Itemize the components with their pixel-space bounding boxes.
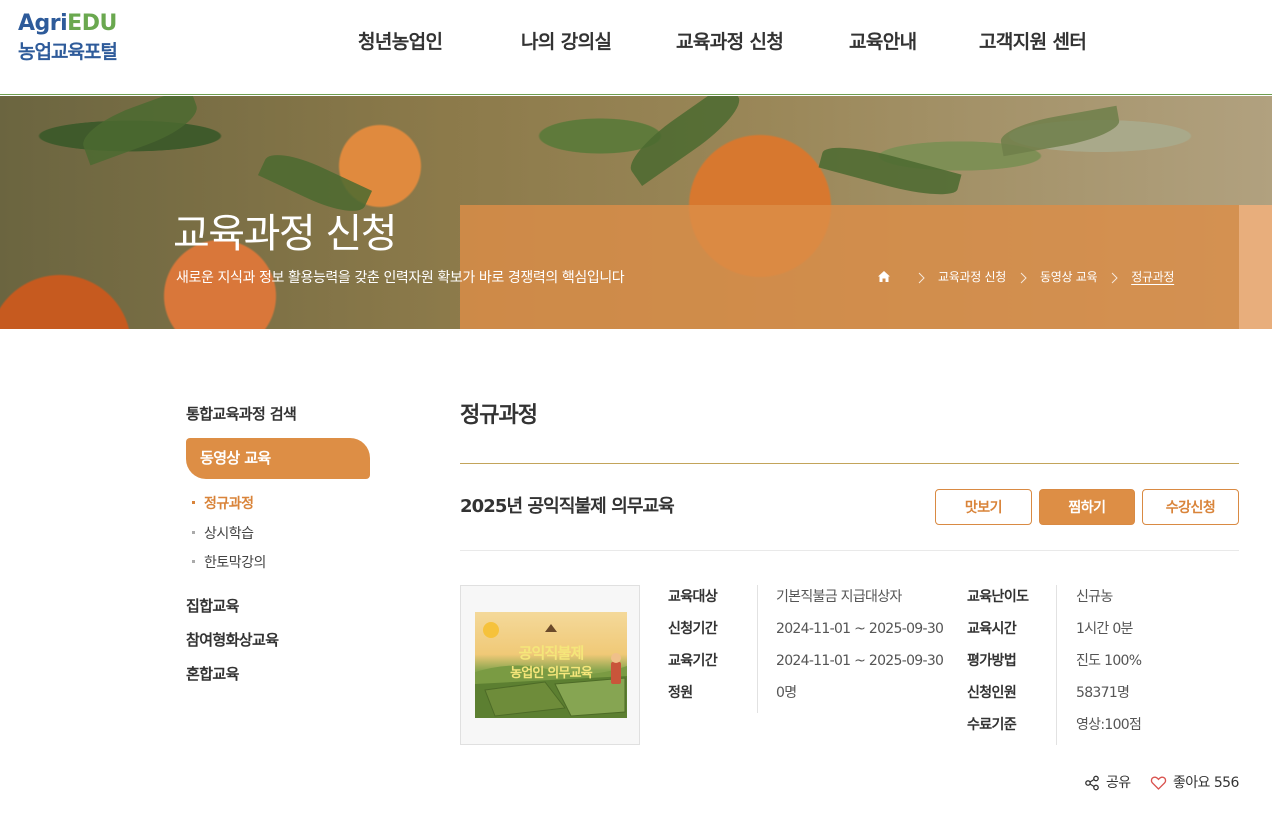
breadcrumb-item-regular-course[interactable]: 정규과정 [1131,268,1174,286]
info-value: 2024-11-01 ~ 2025-09-30 [776,621,944,637]
info-label: 교육기간 [668,653,718,669]
sidebar-subitem-short-lecture[interactable]: 한토막강의 [192,553,266,573]
info-label: 교육난이도 [967,589,1029,605]
sidebar-subitem-label: 상시학습 [204,526,254,542]
course-divider [460,550,1239,551]
hero-banner: 교육과정 신청 새로운 지식과 정보 활용능력을 갖춘 인력자원 확보가 바로 … [0,96,1272,329]
sidebar-item-label: 동영상 교육 [200,449,271,467]
course-title: 2025년 공익직불제 의무교육 [460,496,675,517]
info-label: 교육대상 [668,589,718,605]
share-icon [1085,775,1099,791]
sidebar-item-group-education[interactable]: 집합교육 [186,595,239,617]
hero-subtitle: 새로운 지식과 정보 활용능력을 갖춘 인력자원 확보가 바로 경쟁력의 핵심입… [176,270,625,286]
leaf-decoration [621,96,749,187]
info-label: 평가방법 [967,653,1017,669]
nav-item-course-apply[interactable]: 교육과정 신청 [676,28,784,56]
info-value: 58371명 [1076,685,1130,701]
leaf-decoration [998,105,1122,157]
hero-title: 교육과정 신청 [173,211,398,257]
main-nav: 청년농업인 나의 강의실 교육과정 신청 교육안내 고객지원 센터 [0,28,1272,58]
chevron-right-icon [1107,270,1121,284]
breadcrumb-item-course-apply[interactable]: 교육과정 신청 [938,268,1006,286]
info-label: 수료기준 [967,717,1017,733]
info-label: 정원 [668,685,693,701]
title-divider [460,463,1239,464]
info-value: 0명 [776,685,797,701]
heart-icon [1150,776,1167,790]
sidebar-subitem-label: 한토막강의 [204,555,266,571]
page-title: 정규과정 [460,403,538,428]
info-divider [1056,585,1057,745]
apply-button[interactable]: 수강신청 [1142,489,1239,525]
chevron-right-icon [914,270,928,284]
info-label: 교육시간 [967,621,1017,637]
sidebar-item-blended-education[interactable]: 혼합교육 [186,663,239,685]
like-label: 좋아요 [1173,775,1210,791]
bullet-icon [192,530,195,534]
nav-item-education-guide[interactable]: 교육안내 [849,28,917,56]
site-header: AgriEDU 농업교육포털 청년농업인 나의 강의실 교육과정 신청 교육안내… [0,0,1272,95]
sidebar-item-video-conference-education[interactable]: 참여형화상교육 [186,629,279,651]
nav-item-support-center[interactable]: 고객지원 센터 [979,28,1087,56]
info-label: 신청기간 [668,621,718,637]
thumbnail-title-line1: 공익직불제 [518,644,584,662]
course-thumbnail-frame: 공익직불제 농업인 의무교육 [460,585,640,745]
leaf-decoration [76,96,204,166]
like-count: 556 [1213,775,1240,791]
thumbnail-title-line2: 농업인 의무교육 [510,666,593,681]
share-button[interactable]: 공유 [1084,772,1131,794]
info-label: 신청인원 [967,685,1017,701]
sidebar-subitem-ongoing-learning[interactable]: 상시학습 [192,524,254,544]
bullet-icon [192,559,195,563]
like-button[interactable]: 좋아요 556 [1150,772,1239,794]
sidebar-item-video-education[interactable]: 동영상 교육 [186,438,370,479]
breadcrumb-item-video-education[interactable]: 동영상 교육 [1040,268,1098,286]
wishlist-button[interactable]: 찜하기 [1039,489,1135,525]
course-thumbnail: 공익직불제 농업인 의무교육 [475,612,627,718]
preview-button[interactable]: 맛보기 [935,489,1032,525]
info-divider [757,585,758,713]
home-icon[interactable] [876,269,892,285]
info-value: 신규농 [1076,589,1113,605]
sidebar-item-integrated-search[interactable]: 통합교육과정 검색 [186,403,297,425]
info-value: 기본직불금 지급대상자 [776,589,902,605]
info-value: 진도 100% [1076,653,1142,669]
chevron-right-icon [1016,270,1030,284]
info-value: 2024-11-01 ~ 2025-09-30 [776,653,944,669]
info-value: 영상:100점 [1076,717,1142,733]
sidebar-subitem-regular-course[interactable]: 정규과정 [192,494,254,514]
course-info-right: 교육난이도 신규농 교육시간 1시간 0분 평가방법 진도 100% 신청인원 … [967,585,1239,747]
sidebar-subitem-label: 정규과정 [204,496,254,512]
info-value: 1시간 0분 [1076,621,1133,637]
breadcrumb: 교육과정 신청 동영상 교육 정규과정 [876,266,1174,288]
leaf-decoration [818,138,962,204]
nav-item-my-classroom[interactable]: 나의 강의실 [521,28,612,56]
nav-item-young-farmer[interactable]: 청년농업인 [358,28,443,56]
course-info-left: 교육대상 기본직불금 지급대상자 신청기간 2024-11-01 ~ 2025-… [668,585,958,715]
course-actions: 공유 좋아요 556 [1084,772,1239,794]
bullet-icon [192,500,195,504]
share-label: 공유 [1106,775,1131,791]
hero-overlay-edge [1239,205,1272,329]
